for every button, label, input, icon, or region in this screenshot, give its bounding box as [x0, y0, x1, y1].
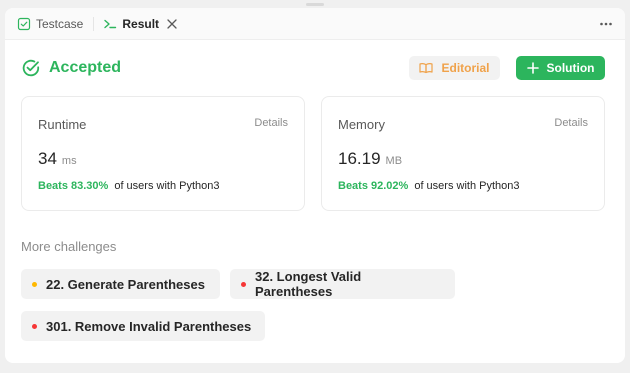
editorial-button-label: Editorial — [441, 61, 490, 75]
tab-testcase-label: Testcase — [36, 16, 84, 31]
challenge-label: 22. Generate Parentheses — [46, 276, 205, 292]
tab-result[interactable]: Result — [103, 8, 178, 40]
plus-icon — [526, 62, 539, 74]
runtime-unit: ms — [61, 155, 77, 167]
challenge-label: 301. Remove Invalid Parentheses — [46, 318, 252, 334]
difficulty-dot — [241, 281, 246, 287]
runtime-beats-percent: Beats 83.30% — [38, 180, 109, 192]
runtime-beats: Beats 83.30% of users with Python3 — [38, 180, 220, 192]
resize-handle[interactable] — [306, 3, 324, 6]
checkbox-icon — [17, 17, 31, 31]
challenge-chip[interactable]: 301. Remove Invalid Parentheses — [21, 311, 265, 341]
editorial-button[interactable]: Editorial — [409, 56, 500, 80]
tab-bar: Testcase Result — [5, 8, 625, 40]
difficulty-dot — [32, 281, 37, 287]
solution-button-label: Solution — [546, 61, 595, 75]
result-panel: Testcase Result Accepted Editorial Solut… — [5, 8, 625, 363]
runtime-title: Runtime — [38, 117, 87, 132]
runtime-value: 34 ms — [38, 149, 77, 169]
memory-card[interactable]: Memory Details 16.19 MB Beats 92.02% of … — [321, 96, 605, 211]
memory-unit: MB — [385, 155, 403, 167]
challenge-chip[interactable]: 22. Generate Parentheses — [21, 269, 220, 299]
more-horizontal-icon[interactable] — [599, 17, 613, 31]
runtime-card[interactable]: Runtime Details 34 ms Beats 83.30% of us… — [21, 96, 305, 211]
memory-number: 16.19 — [338, 149, 381, 168]
solution-button[interactable]: Solution — [516, 56, 605, 80]
tab-result-label: Result — [122, 16, 160, 31]
memory-details-link[interactable]: Details — [554, 117, 588, 129]
challenge-chip[interactable]: 32. Longest Valid Parentheses — [230, 269, 455, 299]
memory-title: Memory — [338, 117, 385, 132]
tab-testcase[interactable]: Testcase — [17, 8, 83, 40]
challenge-label: 32. Longest Valid Parentheses — [255, 269, 362, 299]
more-challenges-heading: More challenges — [21, 239, 117, 254]
runtime-beats-suffix: of users with Python3 — [114, 180, 220, 192]
runtime-details-link[interactable]: Details — [254, 117, 288, 129]
memory-beats-suffix: of users with Python3 — [414, 180, 520, 192]
memory-beats: Beats 92.02% of users with Python3 — [338, 180, 520, 192]
check-circle-icon — [21, 58, 41, 78]
book-open-icon — [419, 62, 434, 74]
memory-beats-percent: Beats 92.02% — [338, 180, 409, 192]
terminal-prompt-icon — [103, 17, 117, 31]
status-label: Accepted — [49, 59, 122, 76]
memory-value: 16.19 MB — [338, 149, 402, 169]
tab-divider — [93, 16, 95, 31]
close-icon[interactable] — [166, 18, 178, 30]
runtime-number: 34 — [38, 149, 57, 168]
difficulty-dot — [32, 323, 37, 329]
